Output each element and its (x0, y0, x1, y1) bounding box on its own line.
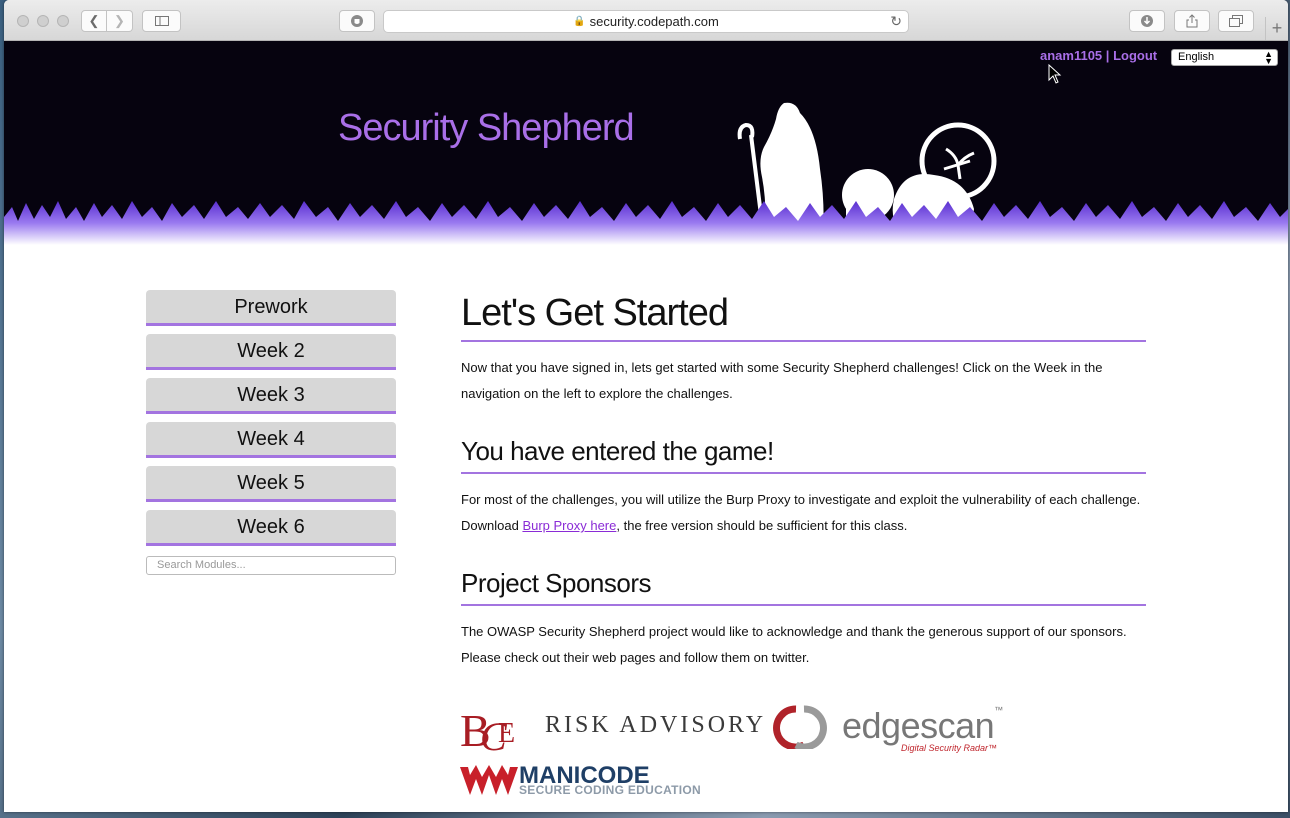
nav-week-2[interactable]: Week 2 (146, 334, 396, 370)
reload-icon[interactable]: ↻ (890, 13, 902, 30)
section-divider (461, 472, 1146, 474)
lock-icon: 🔒 (573, 16, 586, 27)
privacy-report-button[interactable] (339, 10, 375, 32)
back-button[interactable]: ❮ (81, 10, 107, 32)
downloads-button[interactable] (1129, 10, 1165, 32)
bce-logo[interactable]: B C E (460, 702, 524, 754)
burp-proxy-link[interactable]: Burp Proxy here (522, 518, 616, 533)
share-button[interactable] (1174, 10, 1210, 32)
new-tab-button[interactable]: + (1265, 17, 1288, 40)
edgescan-name: edgescan (842, 705, 995, 746)
manicode-tagline: SECURE CODING EDUCATION (519, 783, 702, 797)
url-text: security.codepath.com (589, 14, 719, 29)
tabs-overview-button[interactable] (1218, 10, 1254, 32)
mouse-cursor-icon (1048, 64, 1062, 84)
tabs-icon (1229, 15, 1243, 27)
chevron-left-icon: ❮ (88, 13, 100, 28)
nav-week-3[interactable]: Week 3 (146, 378, 396, 414)
language-select[interactable]: English ▲ ▼ (1171, 49, 1278, 66)
language-selected: English (1178, 51, 1215, 63)
edgescan-tagline: Digital Security Radar™ (901, 743, 998, 753)
share-icon (1186, 14, 1198, 28)
sidebar-toggle-button[interactable] (142, 10, 181, 32)
grass-decoration (4, 201, 1288, 245)
username-link[interactable]: anam1105 (1040, 48, 1102, 63)
select-arrows-icon: ▲ ▼ (1264, 49, 1273, 66)
edgescan-logo[interactable]: edgescan™ (842, 705, 1003, 747)
search-modules-input[interactable]: Search Modules... (146, 556, 396, 575)
title-divider (461, 340, 1146, 342)
svg-text:E: E (498, 718, 515, 749)
user-links: anam1105 | Logout (1040, 48, 1157, 63)
site-title: Security Shepherd (338, 107, 635, 149)
nav-prework[interactable]: Prework (146, 290, 396, 326)
nav-week-5[interactable]: Week 5 (146, 466, 396, 502)
chevron-right-icon: ❯ (114, 13, 125, 28)
search-placeholder: Search Modules... (157, 559, 246, 571)
risk-advisory-logo[interactable]: RISK ADVISORY (545, 712, 766, 739)
section-heading-game: You have entered the game! (461, 436, 774, 466)
forward-button[interactable]: ❯ (107, 10, 133, 32)
nav-week-4[interactable]: Week 4 (146, 422, 396, 458)
burp-proxy-text: For most of the challenges, you will uti… (461, 487, 1151, 539)
sidebar-icon (154, 16, 169, 26)
address-bar[interactable]: 🔒 security.codepath.com ↻ (383, 10, 909, 33)
sponsors-text: The OWASP Security Shepherd project woul… (461, 624, 1127, 665)
risk-advisory-ring-icon (773, 705, 827, 749)
intro-text: Now that you have signed in, lets get st… (461, 360, 1103, 401)
section-heading-sponsors: Project Sponsors (461, 568, 651, 598)
plus-icon: + (1271, 18, 1283, 38)
shield-icon (351, 15, 363, 27)
nav-week-6[interactable]: Week 6 (146, 510, 396, 546)
edgescan-trademark: ™ (994, 705, 1003, 715)
download-icon (1141, 15, 1153, 27)
section-divider (461, 604, 1146, 606)
close-window-button[interactable] (17, 15, 29, 27)
minimize-window-button[interactable] (37, 15, 49, 27)
manicode-mark-icon (460, 765, 518, 795)
site-header: Security Shepherd anam1105 | Logout Engl… (4, 41, 1288, 245)
zoom-window-button[interactable] (57, 15, 69, 27)
page-title: Let's Get Started (461, 292, 729, 334)
browser-window: ❮ ❯ 🔒 security.codepath.com ↻ + Security… (4, 0, 1288, 812)
browser-toolbar: ❮ ❯ 🔒 security.codepath.com ↻ + (4, 0, 1288, 41)
logout-link[interactable]: Logout (1113, 48, 1157, 63)
user-links-separator: | (1105, 48, 1110, 63)
burp-text-after: , the free version should be sufficient … (616, 518, 908, 533)
